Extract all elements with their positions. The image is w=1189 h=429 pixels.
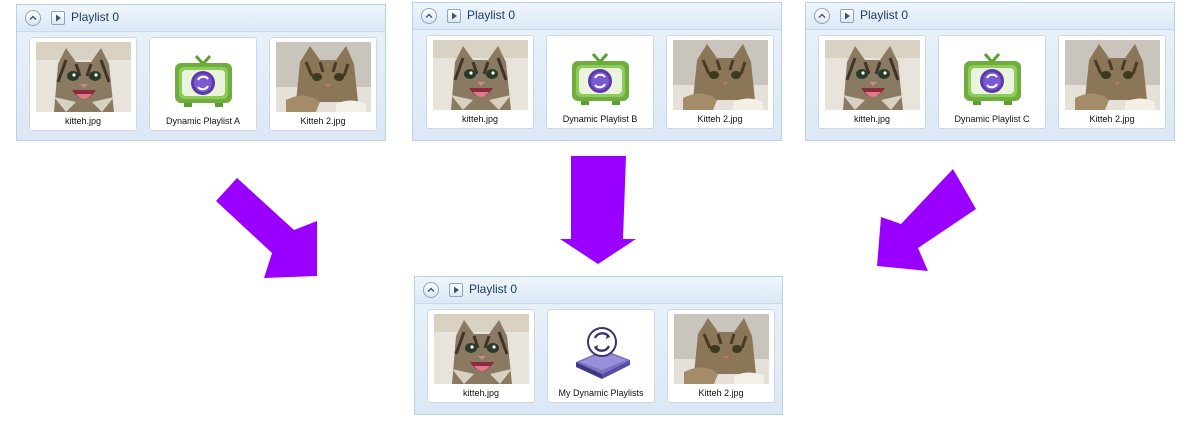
panel-header: Playlist 0 (415, 277, 782, 304)
playlist-item-kitteh-2[interactable]: Kitteh 2.jpg (1058, 35, 1166, 129)
playlist-item-my-dynamic-playlists[interactable]: My Dynamic Playlists (547, 309, 655, 403)
item-label: My Dynamic Playlists (558, 388, 644, 398)
tabby-kitten-photo (276, 42, 371, 112)
dynamic-playlist-tv-icon (175, 55, 232, 107)
play-icon[interactable] (840, 9, 854, 23)
play-icon[interactable] (449, 283, 463, 297)
happy-kitten-photo (36, 42, 131, 112)
tabby-kitten-photo (1065, 40, 1160, 110)
happy-kitten-photo (434, 314, 529, 384)
item-label: Kitteh 2.jpg (698, 388, 744, 398)
collapse-chevron-icon[interactable] (423, 282, 439, 298)
panel-title: Playlist 0 (469, 282, 518, 296)
panel-title: Playlist 0 (71, 10, 120, 24)
item-label: Kitteh 2.jpg (300, 116, 346, 126)
playlist-panel-a: Playlist 0 kitteh.jpg Dynamic Playlist A… (16, 4, 386, 141)
playlist-item-kitteh[interactable]: kitteh.jpg (426, 35, 534, 129)
dynamic-playlist-tv-icon (964, 53, 1021, 105)
tabby-kitten-photo (673, 40, 768, 110)
item-label: kitteh.jpg (64, 116, 102, 126)
playlist-item-dynamic-playlist[interactable]: Dynamic Playlist B (546, 35, 654, 129)
panel-header: Playlist 0 (806, 3, 1174, 30)
collapse-chevron-icon[interactable] (814, 8, 830, 24)
item-label: kitteh.jpg (462, 388, 500, 398)
tabby-kitten-photo (674, 314, 769, 384)
happy-kitten-photo (825, 40, 920, 110)
collapse-chevron-icon[interactable] (25, 10, 41, 26)
playlist-item-kitteh-2[interactable]: Kitteh 2.jpg (667, 309, 775, 403)
playlist-item-kitteh[interactable]: kitteh.jpg (818, 35, 926, 129)
item-label: Dynamic Playlist C (954, 114, 1030, 124)
item-label: kitteh.jpg (461, 114, 499, 124)
panel-header: Playlist 0 (413, 3, 781, 30)
playlist-item-kitteh-2[interactable]: Kitteh 2.jpg (269, 37, 377, 131)
playlist-item-kitteh-2[interactable]: Kitteh 2.jpg (666, 35, 774, 129)
play-icon[interactable] (51, 11, 65, 25)
playlist-panel-result: Playlist 0 kitteh.jpg My Dynamic Playlis… (414, 276, 783, 415)
playlist-item-kitteh[interactable]: kitteh.jpg (29, 37, 137, 131)
dynamic-playlist-tv-icon (572, 53, 629, 105)
item-label: kitteh.jpg (853, 114, 891, 124)
arrow-down-right-icon (216, 178, 317, 278)
happy-kitten-photo (433, 40, 528, 110)
item-label: Kitteh 2.jpg (1089, 114, 1135, 124)
play-icon[interactable] (447, 9, 461, 23)
playlist-panel-b: Playlist 0 kitteh.jpg Dynamic Playlist B… (412, 2, 782, 141)
item-label: Kitteh 2.jpg (697, 114, 743, 124)
playlist-panel-c: Playlist 0 kitteh.jpg Dynamic Playlist C… (805, 2, 1175, 141)
arrow-down-icon (560, 156, 636, 264)
panel-title: Playlist 0 (467, 8, 516, 22)
item-label: Dynamic Playlist B (562, 114, 638, 124)
arrow-down-left-icon (877, 169, 976, 271)
playlist-item-kitteh[interactable]: kitteh.jpg (427, 309, 535, 403)
panel-title: Playlist 0 (860, 8, 909, 22)
playlist-item-dynamic-playlist[interactable]: Dynamic Playlist C (938, 35, 1046, 129)
dynamic-playlists-folder-icon (576, 327, 630, 379)
panel-header: Playlist 0 (17, 5, 385, 32)
item-label: Dynamic Playlist A (165, 116, 241, 126)
playlist-item-dynamic-playlist[interactable]: Dynamic Playlist A (149, 37, 257, 131)
collapse-chevron-icon[interactable] (421, 8, 437, 24)
